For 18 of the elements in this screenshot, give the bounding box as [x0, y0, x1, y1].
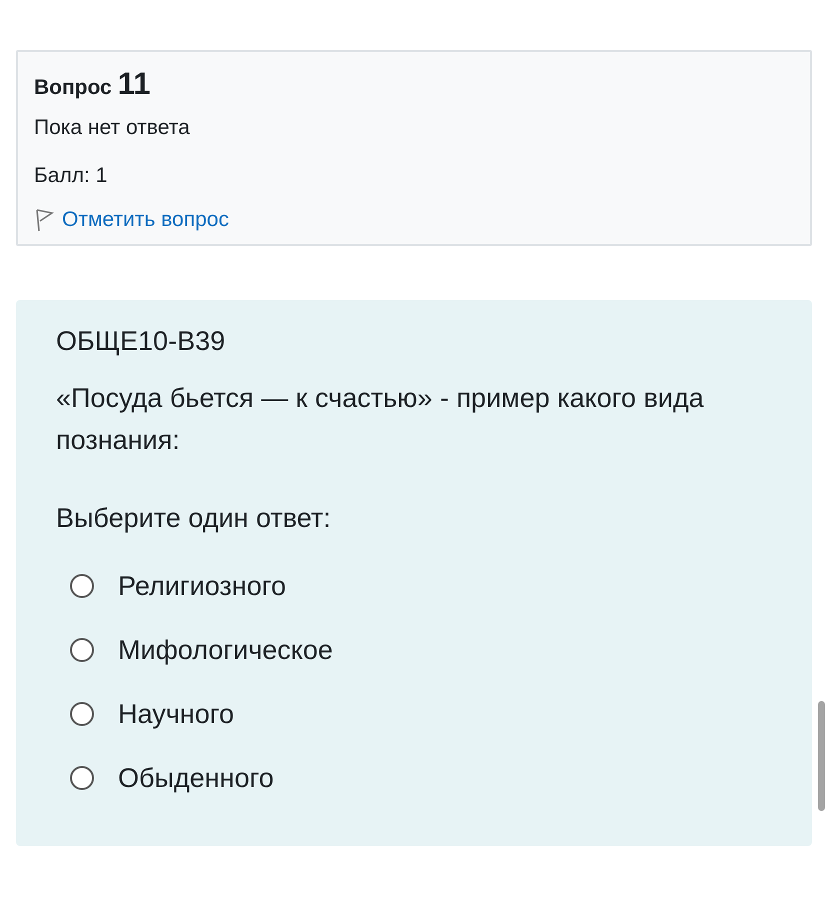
- answer-option[interactable]: Религиозного: [118, 570, 286, 602]
- answer-status: Пока нет ответа: [34, 116, 191, 140]
- question-code: ОБЩЕ10-В39: [56, 326, 226, 357]
- question-text: «Посуда бьется — к счастью» - пример какого вида познания:: [56, 382, 705, 457]
- answer-prompt: Выберите один ответ:: [56, 503, 332, 534]
- answer-option[interactable]: Обыденного: [118, 762, 274, 794]
- scrollbar[interactable]: [818, 701, 825, 811]
- radio-button[interactable]: [70, 638, 94, 662]
- flag-icon: [34, 208, 54, 232]
- grade-text: Балл: 1: [34, 164, 108, 188]
- answer-option[interactable]: Научного: [118, 698, 234, 730]
- radio-button[interactable]: [70, 702, 94, 726]
- radio-button[interactable]: [70, 766, 94, 790]
- flag-question-link[interactable]: Отметить вопрос: [62, 208, 229, 232]
- answer-option[interactable]: Мифологическое: [118, 634, 333, 666]
- question-label: Вопрос: [34, 76, 112, 100]
- question-number: 11: [118, 66, 151, 102]
- radio-button[interactable]: [70, 574, 94, 598]
